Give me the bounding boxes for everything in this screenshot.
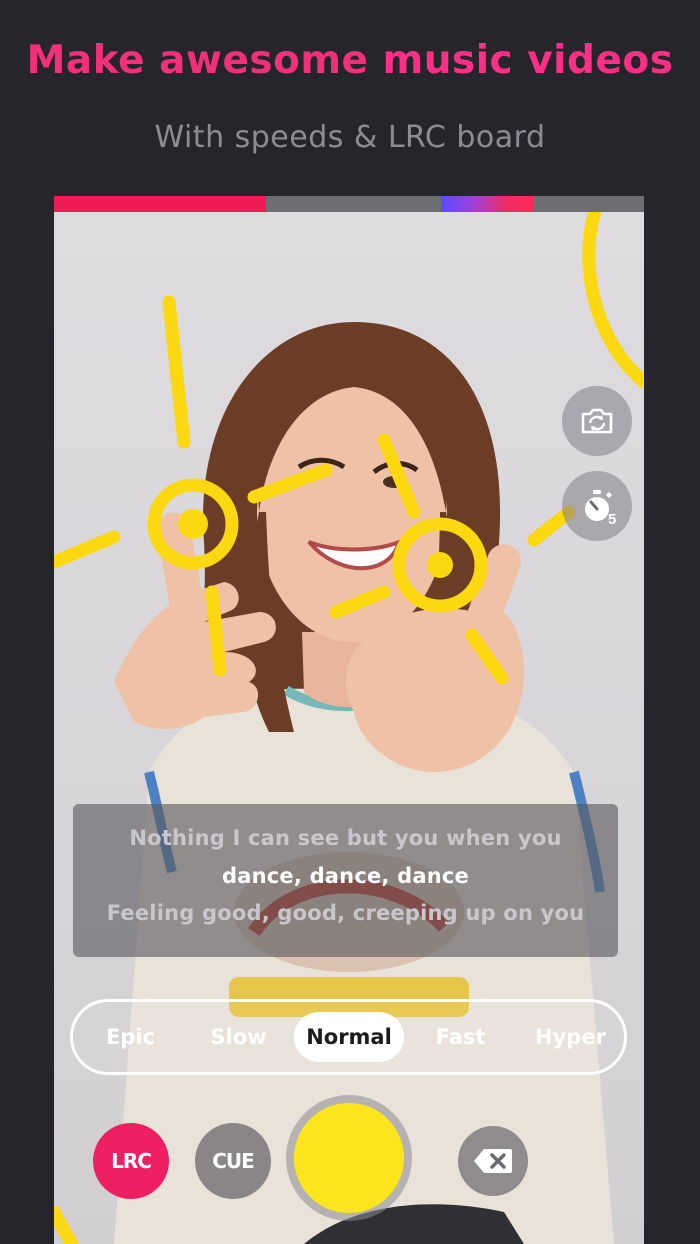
lrc-lyrics-board: Nothing I can see but you when you dance… [73,804,618,957]
record-button-ring[interactable] [286,1095,412,1221]
headline: Make awesome music videos [0,38,700,83]
subtitle: With speeds & LRC board [154,120,546,155]
backspace-icon [474,1149,512,1173]
speed-option-normal[interactable]: Normal [294,1012,404,1062]
recording-progress-bar [54,196,644,212]
progress-segment-recorded [54,196,266,212]
switch-camera-icon [581,408,613,434]
record-button[interactable] [294,1103,404,1213]
lyric-next-line: Feeling good, good, creeping up on you [106,901,585,925]
delete-segment-button[interactable] [458,1126,528,1196]
switch-camera-button[interactable] [562,386,632,456]
timer-seconds: 5 [608,511,617,528]
lyric-previous-line: Nothing I can see but you when you [129,826,562,850]
cue-button[interactable]: CUE [195,1123,271,1199]
speed-option-hyper[interactable]: Hyper [518,1012,623,1062]
headline-part2: music videos [382,38,674,83]
singer-photo [54,212,644,1244]
speed-option-epic[interactable]: Epic [83,1012,178,1062]
speed-selector: Epic Slow Normal Fast Hyper [70,999,627,1075]
lrc-button[interactable]: LRC [93,1123,169,1199]
speed-option-slow[interactable]: Slow [191,1012,286,1062]
countdown-timer-button[interactable]: 5 [562,471,632,541]
speed-option-fast[interactable]: Fast [413,1012,508,1062]
camera-preview: 5 Nothing I can see but you when you dan… [54,196,644,1244]
lyric-current-line: dance, dance, dance [222,864,469,888]
progress-segment-cue [441,196,534,212]
headline-part1: Make awesome [26,38,383,83]
